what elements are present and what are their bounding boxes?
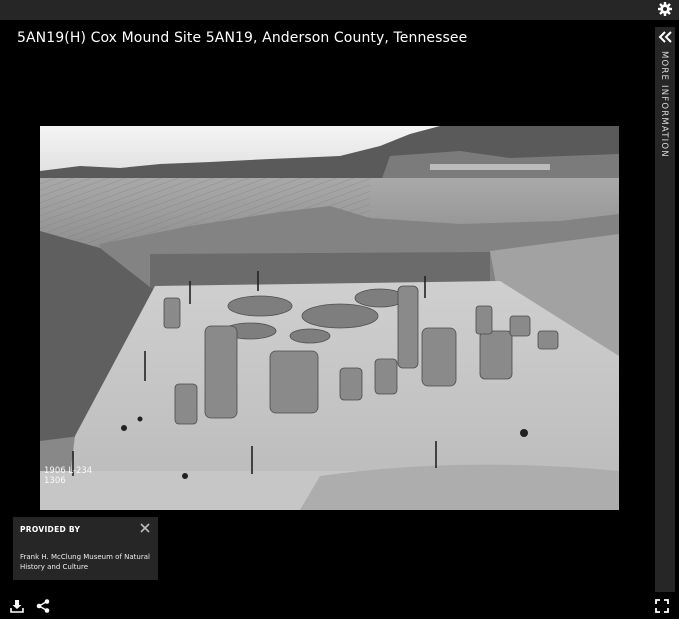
photo-caption: 1906 L-234 1306 [44, 466, 93, 486]
provided-by-text: Frank H. McClung Museum of Natural Histo… [20, 553, 150, 571]
page-title: 5AN19(H) Cox Mound Site 5AN19, Anderson … [17, 30, 468, 46]
download-icon[interactable] [10, 599, 24, 613]
excavation-photo[interactable]: 1906 L-234 1306 [40, 126, 619, 510]
share-icon[interactable] [36, 599, 50, 613]
more-information-panel-toggle[interactable]: MORE INFORMATION [655, 27, 675, 592]
gear-icon[interactable] [657, 1, 673, 17]
close-icon[interactable] [140, 523, 150, 533]
more-information-label: MORE INFORMATION [659, 51, 669, 158]
provided-by-heading: PROVIDED BY [20, 525, 81, 534]
top-bar [0, 0, 679, 20]
fullscreen-icon[interactable] [655, 599, 669, 613]
photo-image [40, 126, 619, 510]
double-chevron-left-icon [658, 31, 672, 43]
provided-by-box: PROVIDED BY Frank H. McClung Museum of N… [13, 517, 158, 580]
